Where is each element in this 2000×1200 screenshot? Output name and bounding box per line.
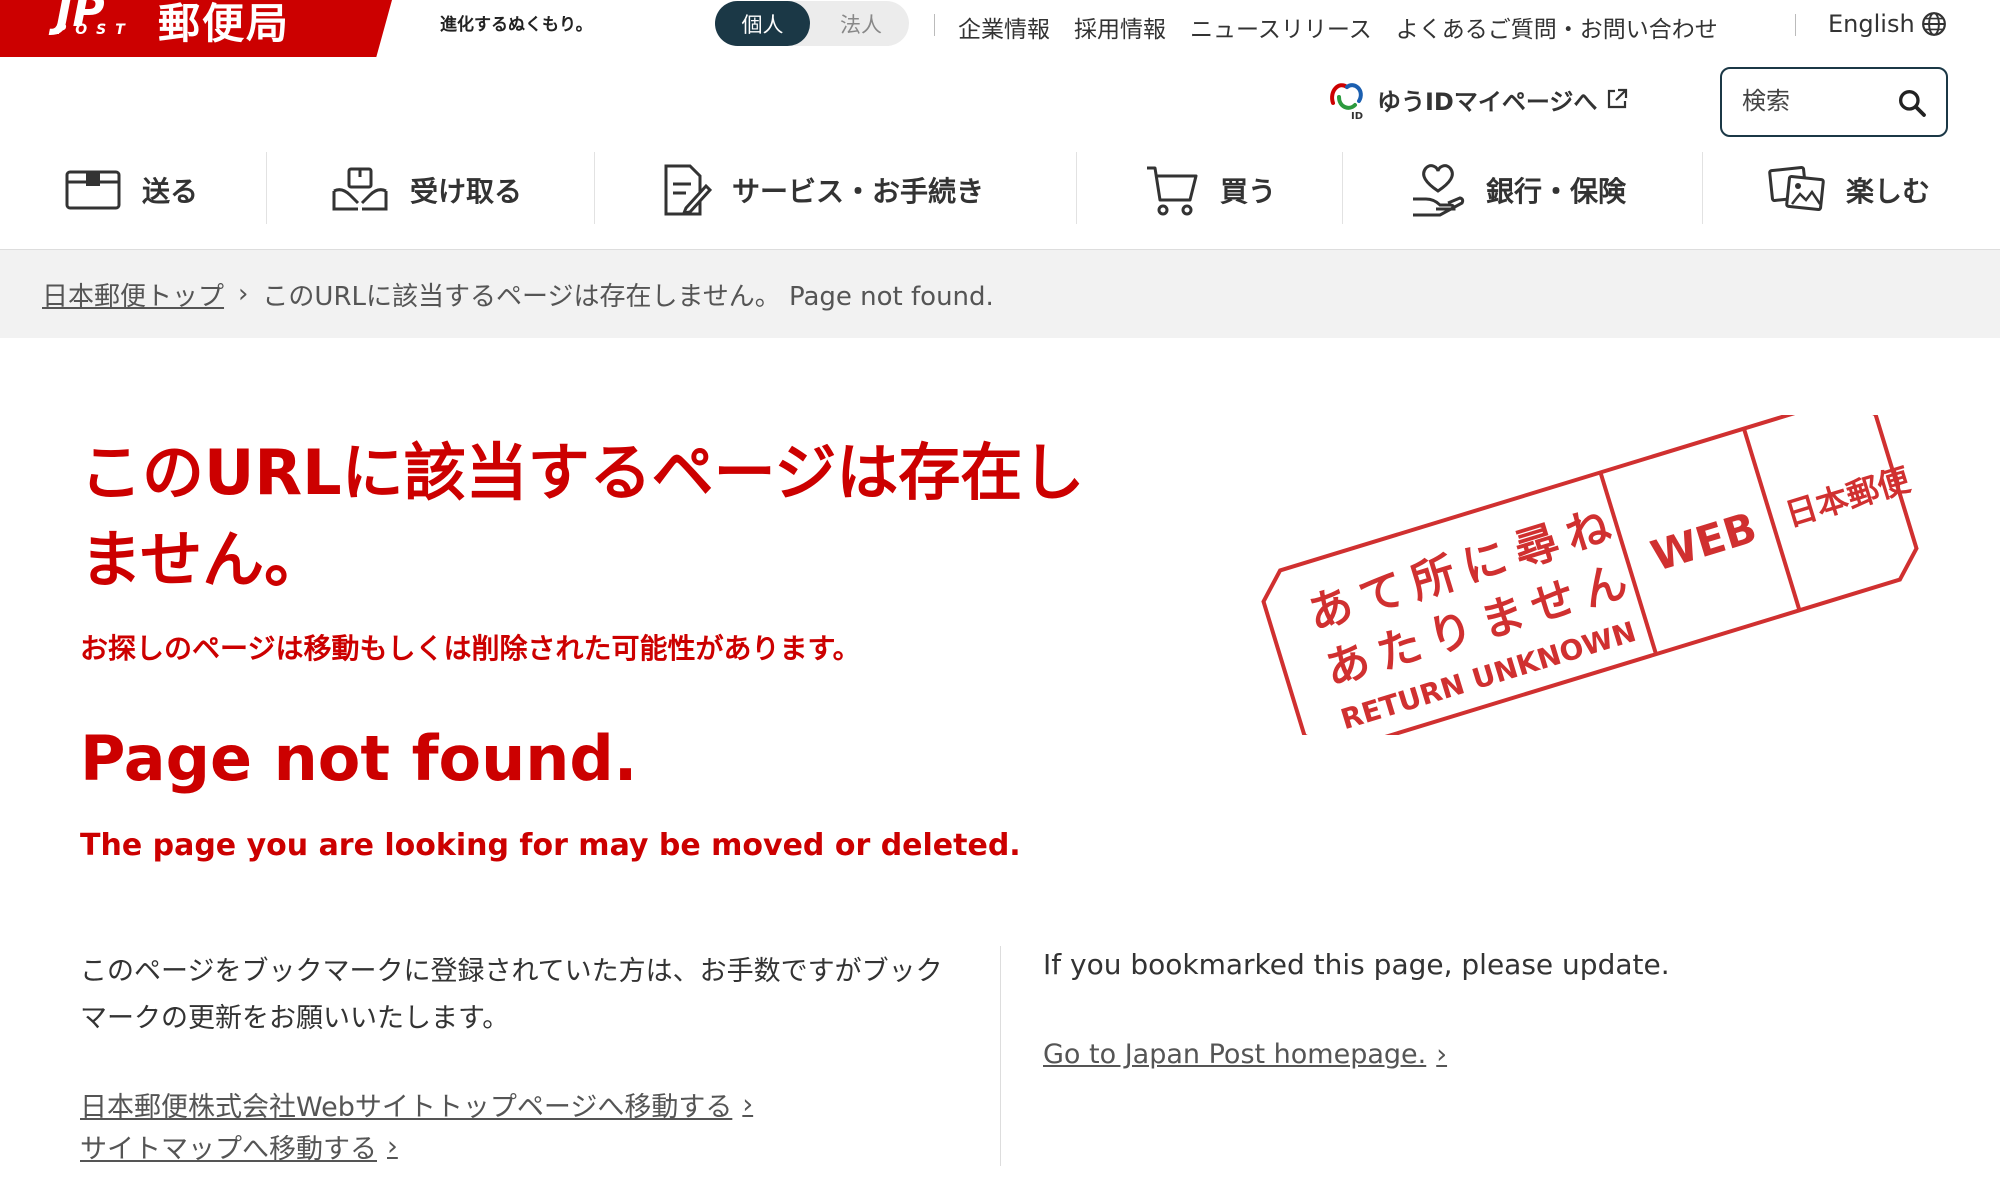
bookmark-note-en: If you bookmarked this page, please upda… xyxy=(1043,948,1670,981)
svg-text:ID: ID xyxy=(1351,111,1363,121)
japan-post-logo[interactable]: JP POST 郵便局 xyxy=(0,0,392,57)
divider xyxy=(934,14,935,36)
nav-label: 送る xyxy=(142,175,199,208)
bookmark-note-jp: このページをブックマークに登録されていた方は、お手数ですがブックマークの更新をお… xyxy=(80,956,943,1035)
nav-divider xyxy=(1342,152,1343,224)
toggle-individual[interactable]: 個人 xyxy=(715,1,810,46)
link-faq-contact[interactable]: よくあるご質問・お問い合わせ xyxy=(1396,10,1718,44)
chevron-right-icon: › xyxy=(742,1089,754,1120)
link-sitemap-label: サイトマップへ移動する xyxy=(80,1134,377,1165)
globe-icon xyxy=(1921,12,1946,36)
search-input[interactable] xyxy=(1742,87,1892,115)
search-icon[interactable] xyxy=(1896,87,1928,119)
nav-send[interactable]: 送る xyxy=(64,152,198,228)
nav-receive[interactable]: 受け取る xyxy=(330,152,522,228)
link-home-en[interactable]: Go to Japan Post homepage. › xyxy=(1043,1039,1447,1070)
yuid-link-label: ゆうIDマイページへ xyxy=(1377,87,1598,116)
language-switch[interactable]: English xyxy=(1828,10,1947,38)
nav-buy[interactable]: 買う xyxy=(1144,152,1276,228)
nav-label: サービス・お手続き xyxy=(732,175,985,208)
breadcrumb-home-link[interactable]: 日本郵便トップ xyxy=(42,276,224,313)
nav-divider xyxy=(1702,152,1703,224)
divider xyxy=(1795,14,1796,36)
page-title-jp: このURLに該当するページは存在しません。 xyxy=(80,436,1085,596)
toggle-corporate[interactable]: 法人 xyxy=(813,1,909,46)
nav-label: 買う xyxy=(1220,175,1277,208)
link-recruit[interactable]: 採用情報 xyxy=(1074,10,1166,44)
nav-banking-insurance[interactable]: 銀行・保険 xyxy=(1410,152,1626,228)
tagline: 進化するぬくもり。 xyxy=(440,15,593,35)
stamp-org-text: 日本郵便 xyxy=(1781,460,1915,534)
logo-post-text: POST xyxy=(56,22,134,38)
nav-label: 銀行・保険 xyxy=(1486,175,1627,208)
heart-hand-icon xyxy=(1413,164,1465,217)
yuid-mypage-link[interactable]: ID ゆうIDマイページへ xyxy=(1325,77,1629,121)
receive-package-icon xyxy=(332,167,388,211)
utility-links: 企業情報 採用情報 ニュースリリース よくあるご質問・お問い合わせ xyxy=(958,10,1718,44)
logo-name: 郵便局 xyxy=(158,0,291,48)
page-subtitle-jp: お探しのページは移動もしくは削除された可能性があります。 xyxy=(80,632,861,665)
cart-icon xyxy=(1147,166,1198,216)
chevron-right-icon: › xyxy=(238,279,249,309)
external-link-icon xyxy=(1608,88,1628,109)
page-title-en: Page not found. xyxy=(80,722,638,795)
box-icon xyxy=(65,170,121,210)
page-subtitle-en: The page you are looking for may be move… xyxy=(80,828,1021,863)
link-home-label: Go to Japan Post homepage. xyxy=(1043,1039,1427,1070)
nav-label: 受け取る xyxy=(410,175,523,208)
link-top-page-jp[interactable]: 日本郵便株式会社Webサイトトップページへ移動する › xyxy=(80,1085,753,1124)
link-news-release[interactable]: ニュースリリース xyxy=(1190,10,1372,44)
breadcrumb-current: このURLに該当するページは存在しません。 Page not found. xyxy=(262,281,994,312)
link-company-info[interactable]: 企業情報 xyxy=(958,10,1050,44)
main-navigation: 送る 受け取る サービス・お手続き 買う 銀行・保険 楽しむ xyxy=(0,152,2000,250)
audience-toggle: 個人 法人 xyxy=(715,1,909,46)
return-unknown-stamp: あて所に尋ね あたりません RETURN UNKNOWN WEB 日本郵便 xyxy=(1261,415,1919,735)
chevron-right-icon: › xyxy=(1436,1039,1448,1070)
nav-divider xyxy=(1076,152,1077,224)
language-label: English xyxy=(1828,10,1915,38)
nav-label: 楽しむ xyxy=(1846,175,1931,208)
nav-divider xyxy=(594,152,595,224)
photos-icon xyxy=(1768,166,1825,211)
column-divider xyxy=(1000,946,1001,1166)
breadcrumb: 日本郵便トップ › このURLに該当するページは存在しません。 Page not… xyxy=(0,250,2000,338)
stamp-web-text: WEB xyxy=(1645,503,1762,581)
link-sitemap-jp[interactable]: サイトマップへ移動する › xyxy=(80,1127,398,1166)
nav-enjoy[interactable]: 楽しむ xyxy=(1768,152,1930,228)
chevron-right-icon: › xyxy=(387,1131,398,1162)
nav-services[interactable]: サービス・お手続き xyxy=(662,152,984,228)
link-top-page-label: 日本郵便株式会社Webサイトトップページへ移動する xyxy=(80,1092,733,1123)
search-box xyxy=(1720,67,1948,137)
nav-divider xyxy=(266,152,267,224)
document-pen-icon xyxy=(664,164,712,216)
yuid-logo-icon: ID xyxy=(1330,83,1363,121)
